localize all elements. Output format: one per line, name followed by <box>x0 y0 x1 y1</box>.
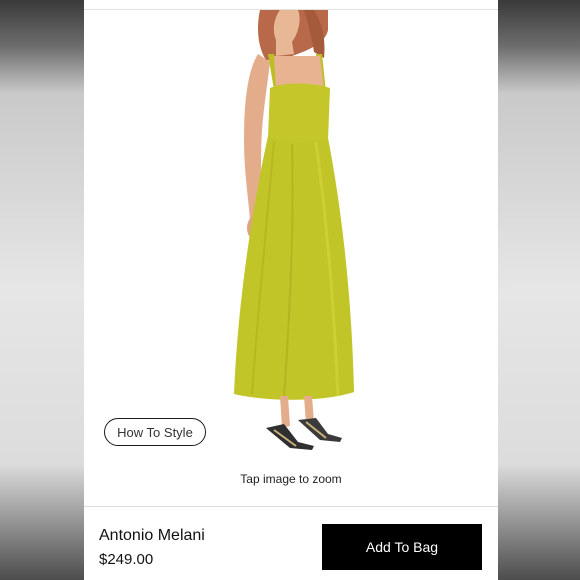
product-screen: How To Style Tap image to zoom Antonio M… <box>84 0 498 580</box>
background-left <box>0 0 84 580</box>
how-to-style-button[interactable]: How To Style <box>104 418 206 446</box>
dress-model-illustration <box>234 10 354 450</box>
product-brand: Antonio Melani <box>99 527 205 544</box>
product-image[interactable] <box>84 10 498 455</box>
product-price: $249.00 <box>99 551 154 568</box>
add-to-bag-label: Add To Bag <box>365 539 439 555</box>
add-to-bag-button[interactable]: Add To Bag <box>322 524 482 570</box>
how-to-style-label: How To Style <box>117 424 193 440</box>
footer-divider <box>84 506 498 507</box>
zoom-hint: Tap image to zoom <box>240 472 342 486</box>
background-right <box>498 0 580 580</box>
